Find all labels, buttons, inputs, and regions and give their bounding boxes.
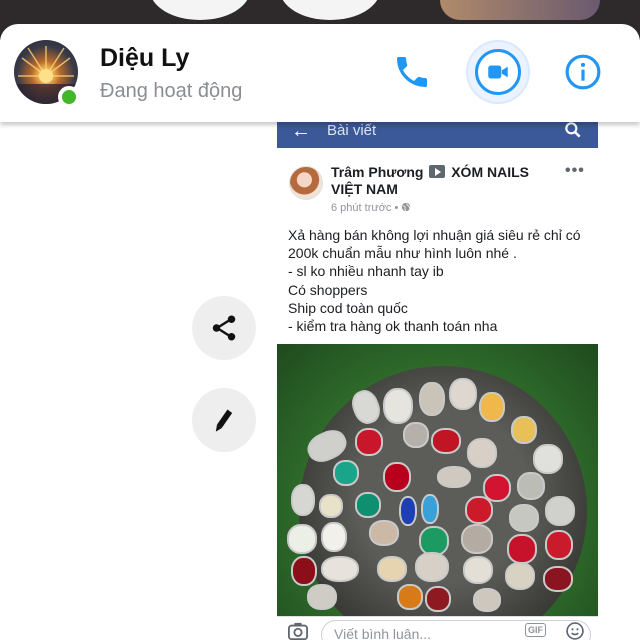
voice-call-button[interactable] [382, 42, 442, 102]
share-icon [212, 315, 236, 341]
post-author-avatar [289, 166, 323, 200]
search-icon [563, 120, 583, 145]
post-text-line: 200k chuẩn mẫu như hình luôn nhé . [288, 245, 517, 262]
post-author-name: Trâm Phương [331, 164, 424, 180]
post-text-line: Có shoppers [288, 281, 368, 298]
comment-bar: Viết bình luận... GIF [277, 616, 598, 640]
post-photo-nail-gems [277, 344, 598, 616]
post-body-text: Xả hàng bán không lợi nhuận giá siêu rẻ … [288, 226, 594, 335]
camera-icon[interactable] [287, 621, 309, 640]
pencil-icon [215, 409, 233, 432]
post-text-line: Xả hàng bán không lợi nhuận giá siêu rẻ … [288, 227, 581, 243]
back-arrow-icon: ← [291, 120, 311, 142]
info-icon [565, 54, 601, 90]
video-camera-icon [488, 65, 508, 79]
post-nav-title: Bài viết [327, 122, 377, 139]
post-text-line: - kiểm tra hàng ok thanh toán nha [288, 318, 498, 335]
post-timestamp: 6 phút trước • [331, 202, 411, 214]
edit-button[interactable] [192, 388, 256, 452]
play-arrow-icon [429, 165, 446, 178]
post-author-line: Trâm Phương XÓM NAILS VIỆT NAM [331, 164, 563, 198]
info-button[interactable] [553, 42, 613, 102]
phone-icon [397, 57, 427, 87]
contact-name: Diệu Ly [100, 44, 190, 72]
emoji-icon[interactable] [565, 621, 585, 640]
post-text-line: - sl ko nhiều nhanh tay ib [288, 263, 444, 280]
online-status-dot [58, 86, 80, 108]
contact-status: Đang hoạt động [100, 80, 243, 102]
share-button[interactable] [192, 296, 256, 360]
gif-button[interactable]: GIF [525, 623, 546, 637]
post-text-line: Ship cod toàn quốc [288, 299, 408, 316]
comment-input[interactable]: Viết bình luận... [321, 620, 591, 640]
messenger-chat-screen: Diệu Ly Đang hoạt động ← Bài viết Trâm P… [0, 0, 640, 640]
shared-post-screenshot[interactable]: ← Bài viết Trâm Phương XÓM NAILS VIỆT NA… [277, 118, 598, 640]
chat-header: Diệu Ly Đang hoạt động [0, 24, 640, 122]
video-call-button[interactable] [468, 42, 528, 102]
more-options-icon: ••• [565, 162, 585, 179]
globe-icon [402, 202, 411, 212]
post-nav-bar: ← Bài viết [277, 118, 598, 148]
